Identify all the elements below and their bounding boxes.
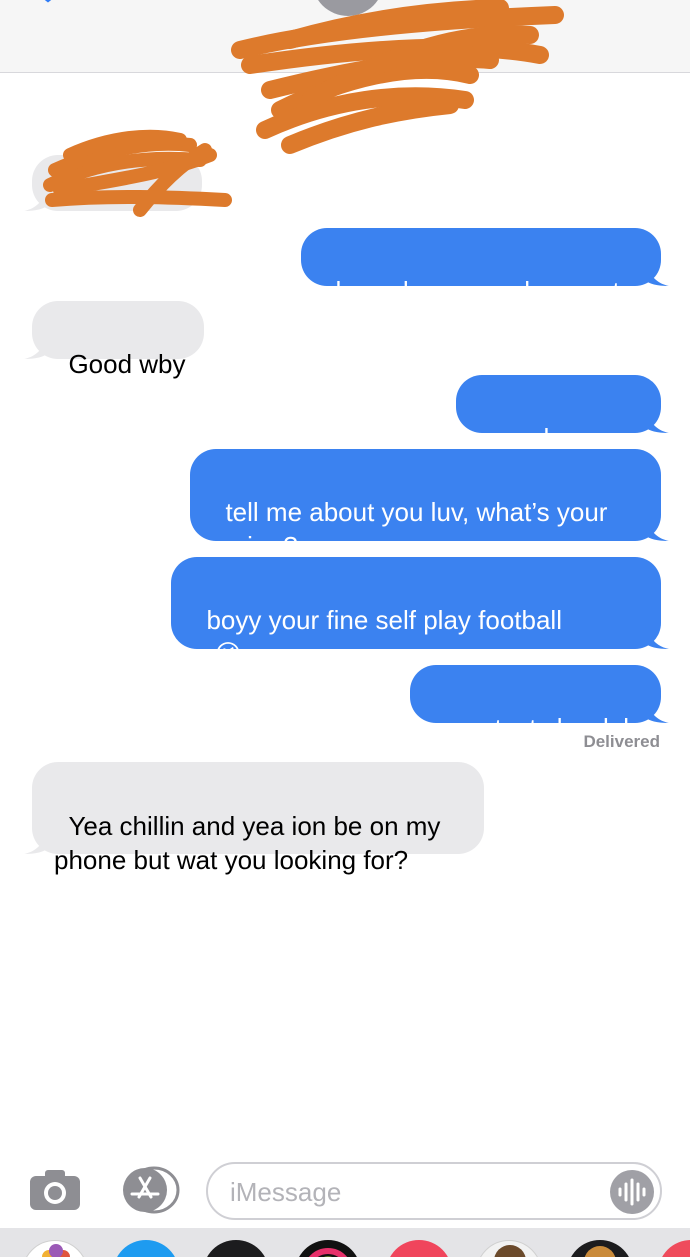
bubble-tail <box>645 627 669 649</box>
message-bubble-outgoing[interactable]: boyy your fine self play football 😘 my b… <box>171 557 669 738</box>
animoji-app-icon[interactable] <box>567 1240 633 1257</box>
audio-message-button[interactable] <box>610 1170 654 1214</box>
message-bubble-outgoing[interactable]: heyy, how your day went <box>301 228 669 306</box>
heart-app-icon[interactable] <box>658 1240 690 1257</box>
app-store-app-icon[interactable] <box>113 1240 179 1257</box>
memoji-app-icon[interactable] <box>203 1240 269 1257</box>
imessage-placeholder: iMessage <box>230 1177 342 1207</box>
redaction-scribble-message <box>43 129 232 217</box>
audio-waveform-icon <box>618 1178 646 1206</box>
bubble-tail <box>645 411 669 433</box>
bubble-tail <box>645 519 669 541</box>
photos-app-icon[interactable] <box>22 1240 88 1257</box>
memoji-sticker-icon[interactable] <box>476 1240 542 1257</box>
message-bubble-outgoing[interactable]: you text slow lol <box>410 665 669 743</box>
message-text: Yea chillin and yea ion be on my phone b… <box>54 811 441 875</box>
message-text: heyy, how your day went <box>335 276 620 306</box>
message-bubble-outgoing[interactable]: good samee <box>456 375 669 453</box>
message-bubble-incoming[interactable]: Yea chillin and yea ion be on my phone b… <box>24 762 484 875</box>
message-text: Good wby <box>68 349 186 379</box>
camera-icon[interactable] <box>28 1168 82 1212</box>
imessage-input[interactable]: iMessage <box>206 1162 662 1220</box>
redaction-scribble-header <box>231 0 564 154</box>
message-bubble-outgoing[interactable]: tell me about you luv, what’s your major… <box>190 449 669 561</box>
delivered-status: Delivered <box>583 732 660 751</box>
bubble-tail <box>24 832 48 854</box>
kissing-face-emoji: 😘 <box>214 640 242 670</box>
bubble-tail <box>24 337 48 359</box>
back-chevron-icon[interactable] <box>34 0 74 4</box>
bubble-tail <box>645 701 669 723</box>
activity-app-icon[interactable] <box>295 1240 361 1257</box>
message-text-line2: my b , wyd <box>206 708 331 738</box>
bubble-tail <box>645 264 669 286</box>
app-drawer <box>0 1228 690 1257</box>
message-text: tell me about you luv, what’s your major… <box>211 497 608 561</box>
music-app-icon[interactable] <box>386 1240 452 1257</box>
app-store-icon[interactable] <box>118 1165 180 1215</box>
message-bubble-incoming[interactable]: Good wby <box>24 301 204 379</box>
message-text: boyy your fine self play football <box>206 605 562 635</box>
